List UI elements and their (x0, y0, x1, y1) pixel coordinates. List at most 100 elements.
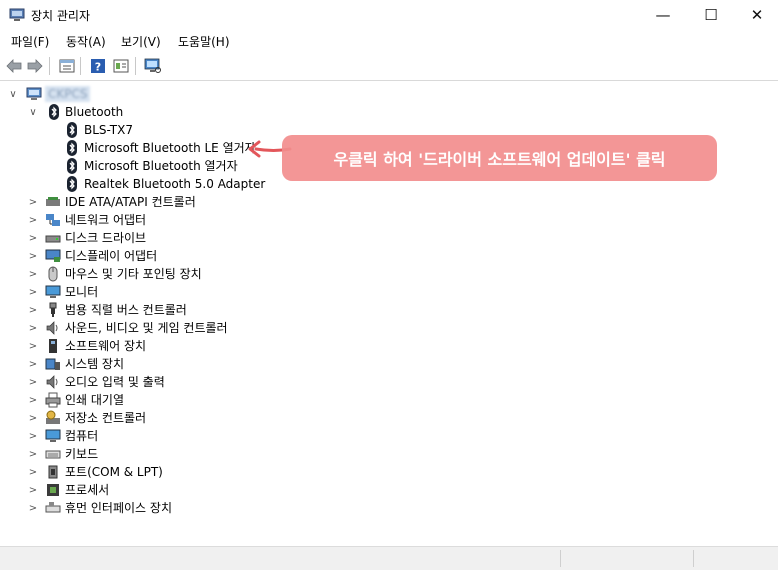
keyboard-icon (45, 450, 61, 459)
chevron-right-icon[interactable]: > (27, 391, 39, 409)
tree-category-disk[interactable]: > 디스크 드라이브 (0, 229, 300, 247)
chevron-right-icon[interactable]: > (27, 427, 39, 445)
port-icon (48, 465, 58, 479)
chevron-right-icon[interactable]: > (27, 499, 39, 517)
chevron-right-icon[interactable]: > (27, 247, 39, 265)
audio-icon (46, 375, 58, 389)
forward-button[interactable] (26, 57, 44, 75)
monitor-icon (45, 285, 61, 298)
usb-icon (49, 302, 57, 317)
chevron-right-icon[interactable]: > (27, 463, 39, 481)
tree-category-hid[interactable]: > 휴먼 인터페이스 장치 (0, 499, 300, 517)
speaker-icon (46, 321, 58, 335)
computer-icon (45, 429, 61, 442)
bluetooth-icon (67, 176, 77, 192)
properties-button[interactable] (58, 57, 76, 75)
category-label: 소프트웨어 장치 (65, 339, 147, 353)
tree-category-computer[interactable]: > 컴퓨터 (0, 427, 300, 445)
disk-drive-icon (45, 235, 61, 243)
toolbar: ? (0, 52, 778, 81)
tree-category-usb[interactable]: > 범용 직렬 버스 컨트롤러 (0, 301, 300, 319)
chevron-right-icon[interactable]: > (27, 373, 39, 391)
chevron-right-icon[interactable]: > (27, 319, 39, 337)
back-arrow-icon (6, 59, 22, 73)
close-icon: ✕ (750, 6, 764, 24)
close-button[interactable]: ✕ (734, 0, 778, 30)
tree-category-audio[interactable]: > 오디오 입력 및 출력 (0, 373, 300, 391)
tree-category-port[interactable]: > 포트(COM & LPT) (0, 463, 300, 481)
chevron-right-icon[interactable]: > (27, 445, 39, 463)
tree-device-item[interactable]: Realtek Bluetooth 5.0 Adapter (0, 175, 300, 193)
chevron-right-icon[interactable]: > (27, 301, 39, 319)
scan-hardware-button[interactable] (144, 57, 162, 75)
tree-root[interactable]: ∨ CKPCS (0, 85, 200, 103)
category-label: 오디오 입력 및 출력 (65, 375, 165, 389)
annotation-text: 우클릭 하여 '드라이버 소프트웨어 업데이트' 클릭 (333, 150, 666, 169)
status-divider (560, 550, 561, 567)
chevron-right-icon[interactable]: > (27, 229, 39, 247)
tree-category-keyboard[interactable]: > 키보드 (0, 445, 300, 463)
category-label: 휴먼 인터페이스 장치 (65, 501, 172, 515)
back-button[interactable] (5, 57, 23, 75)
maximize-icon: ☐ (704, 6, 718, 24)
tree-category-print-queue[interactable]: > 인쇄 대기열 (0, 391, 300, 409)
tree-category-storage[interactable]: > 저장소 컨트롤러 (0, 409, 300, 427)
tree-category-monitor[interactable]: > 모니터 (0, 283, 300, 301)
tree-category-system-device[interactable]: > 시스템 장치 (0, 355, 300, 373)
update-driver-button[interactable] (112, 57, 130, 75)
category-label: 범용 직렬 버스 컨트롤러 (65, 303, 187, 317)
tree-category-display[interactable]: > 디스플레이 어댑터 (0, 247, 300, 265)
menu-file[interactable]: 파일(F) (11, 33, 49, 50)
tree-device-item[interactable]: BLS-TX7 (0, 121, 300, 139)
tree-category-processor[interactable]: > 프로세서 (0, 481, 300, 499)
chevron-down-icon[interactable]: ∨ (7, 85, 19, 103)
computer-icon (26, 87, 42, 100)
toolbar-separator (49, 57, 50, 75)
category-label: 컴퓨터 (65, 429, 99, 443)
tree-category-ide[interactable]: > IDE ATA/ATAPI 컨트롤러 (0, 193, 300, 211)
chevron-down-icon[interactable]: ∨ (27, 103, 39, 121)
tree-category-mouse[interactable]: > 마우스 및 기타 포인팅 장치 (0, 265, 300, 283)
toolbar-separator (80, 57, 81, 75)
help-button[interactable]: ? (89, 57, 107, 75)
device-label: Microsoft Bluetooth 열거자 (84, 159, 238, 173)
category-label: 모니터 (65, 285, 99, 299)
category-label: 키보드 (65, 447, 99, 461)
bluetooth-icon (67, 122, 77, 138)
tree-category-software-device[interactable]: > 소프트웨어 장치 (0, 337, 300, 355)
chevron-right-icon[interactable]: > (27, 265, 39, 283)
category-label: 사운드, 비디오 및 게임 컨트롤러 (65, 321, 228, 335)
mouse-icon (48, 266, 58, 282)
menu-action[interactable]: 동작(A) (66, 33, 106, 50)
chevron-right-icon[interactable]: > (27, 355, 39, 373)
chevron-right-icon[interactable]: > (27, 337, 39, 355)
chevron-right-icon[interactable]: > (27, 283, 39, 301)
tree-category-bluetooth[interactable]: ∨ Bluetooth (0, 103, 200, 121)
chevron-right-icon[interactable]: > (27, 481, 39, 499)
menu-help[interactable]: 도움말(H) (178, 33, 230, 50)
minimize-button[interactable]: — (640, 0, 686, 30)
status-divider (693, 550, 694, 567)
toolbar-separator (135, 57, 136, 75)
maximize-button[interactable]: ☐ (688, 0, 734, 30)
category-label: 네트워크 어댑터 (65, 213, 147, 227)
chevron-right-icon[interactable]: > (27, 409, 39, 427)
minimize-icon: — (655, 6, 671, 24)
software-device-icon (49, 339, 57, 353)
device-manager-icon (9, 8, 25, 21)
ide-controller-icon (46, 197, 60, 206)
tree-category-network[interactable]: > 네트워크 어댑터 (0, 211, 300, 229)
svg-text:?: ? (95, 61, 101, 74)
chevron-right-icon[interactable]: > (27, 193, 39, 211)
network-adapter-icon (46, 214, 60, 226)
category-label: 프로세서 (65, 483, 110, 497)
bluetooth-icon (67, 140, 77, 156)
device-label: Microsoft Bluetooth LE 열거자 (84, 141, 256, 155)
tree-category-sound[interactable]: > 사운드, 비디오 및 게임 컨트롤러 (0, 319, 300, 337)
annotation-callout: 우클릭 하여 '드라이버 소프트웨어 업데이트' 클릭 (282, 135, 717, 181)
menu-view[interactable]: 보기(V) (121, 33, 161, 50)
system-device-icon (45, 358, 60, 370)
chevron-right-icon[interactable]: > (27, 211, 39, 229)
category-label: IDE ATA/ATAPI 컨트롤러 (65, 195, 196, 209)
category-label: 마우스 및 기타 포인팅 장치 (65, 267, 202, 281)
